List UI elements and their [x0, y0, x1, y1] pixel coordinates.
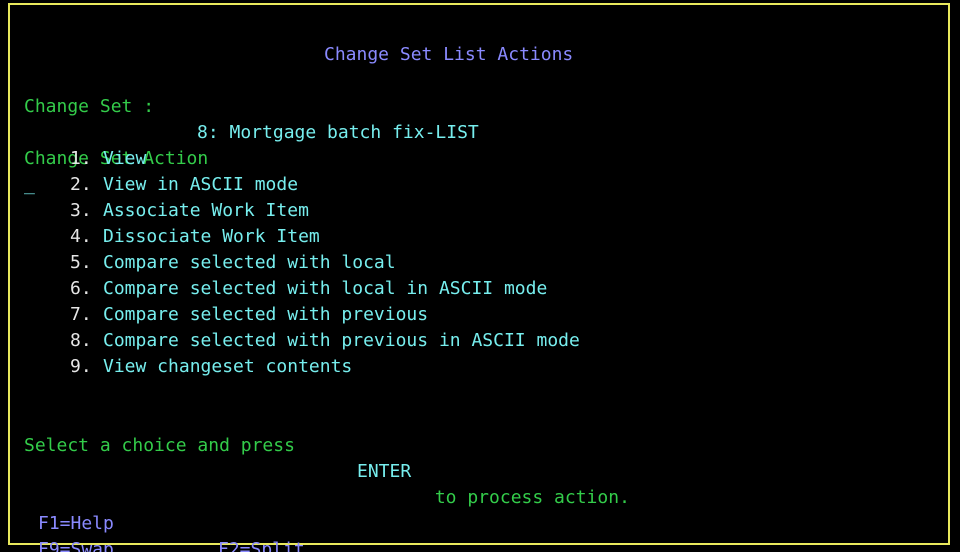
function-key-row-1: F1=Help F2=Split F3=Exit F7=Backward F8=… [0, 485, 960, 552]
action-menu-item[interactable]: 2. View in ASCII mode [0, 172, 960, 198]
action-menu-item[interactable]: 9. View changeset contents [0, 354, 960, 380]
action-menu-item[interactable]: 1. View [0, 146, 960, 172]
terminal-text-area: Change Set List Actions Change Set : 8: … [0, 0, 960, 552]
page-title: Change Set List Actions [324, 44, 574, 65]
action-menu-item[interactable]: 8. Compare selected with previous in ASCI… [0, 328, 960, 354]
action-item-number: 4. [70, 226, 92, 247]
action-item-number: 7. [70, 304, 92, 325]
action-item-number: 2. [70, 174, 92, 195]
action-menu-item[interactable]: 5. Compare selected with local [0, 250, 960, 276]
action-item-number: 8. [70, 330, 92, 351]
action-menu-item[interactable]: 7. Compare selected with previous [0, 302, 960, 328]
fkey-f2-split[interactable]: F2=Split [218, 537, 305, 552]
action-item-label[interactable]: View [103, 146, 146, 172]
title-row: Change Set List Actions [0, 16, 960, 65]
prompt-text-part1: Select a choice and press [24, 435, 306, 456]
action-item-number: 3. [70, 200, 92, 221]
action-item-label[interactable]: Compare selected with local [103, 250, 396, 276]
action-item-label[interactable]: Compare selected with local in ASCII mod… [103, 276, 547, 302]
action-item-number: 5. [70, 252, 92, 273]
action-item-label[interactable]: Compare selected with previous [103, 302, 428, 328]
action-item-label[interactable]: Compare selected with previous in ASCII … [103, 328, 580, 354]
action-item-number: 9. [70, 356, 92, 377]
action-item-number: 1. [70, 148, 92, 169]
action-menu-item[interactable]: 3. Associate Work Item [0, 198, 960, 224]
action-item-number: 6. [70, 278, 92, 299]
action-item-label[interactable]: View in ASCII mode [103, 172, 298, 198]
prompt-enter-key: ENTER [357, 461, 412, 482]
action-menu-item[interactable]: 4. Dissociate Work Item [0, 224, 960, 250]
prompt-row: Select a choice and press ENTER to proce… [0, 407, 960, 508]
action-heading-row: Change Set Action [0, 120, 960, 169]
action-item-label[interactable]: View changeset contents [103, 354, 352, 380]
action-menu-item[interactable]: 6. Compare selected with local in ASCII m… [0, 276, 960, 302]
function-key-row-2: F9=Swap F12=Cancel [0, 511, 960, 552]
terminal-screen: Change Set List Actions Change Set : 8: … [0, 0, 960, 552]
fkey-f9-swap[interactable]: F9=Swap [38, 537, 114, 552]
changeset-label: Change Set : [24, 96, 155, 117]
changeset-row: Change Set : 8: Mortgage batch fix-LIST [0, 68, 960, 143]
action-item-label[interactable]: Associate Work Item [103, 198, 309, 224]
action-item-label[interactable]: Dissociate Work Item [103, 224, 320, 250]
